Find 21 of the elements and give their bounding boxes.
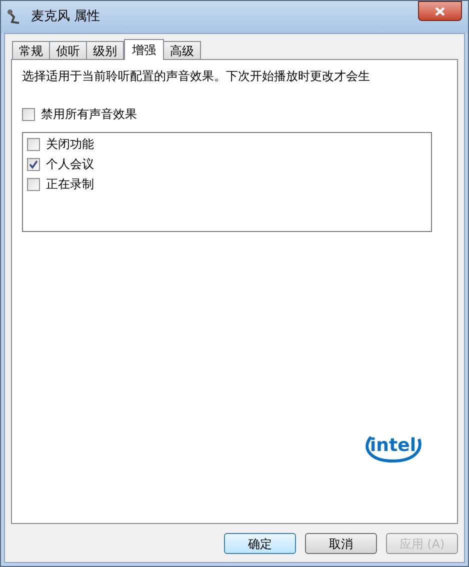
checkbox[interactable] (27, 138, 40, 150)
checkbox[interactable] (22, 108, 35, 120)
dialog-button[interactable]: 取消 (305, 533, 377, 554)
checkbox[interactable] (27, 178, 40, 190)
window-title: 麦克风 属性 (31, 8, 100, 26)
description-text: 选择适用于当前聆听配置的声音效果。下次开始播放时更改才会生 (22, 68, 371, 84)
tab[interactable]: 侦听 (49, 41, 87, 59)
checkbox[interactable] (27, 158, 40, 170)
dialog-button[interactable]: 确定 (224, 533, 296, 554)
list-item-label: 个人会议 (46, 156, 94, 173)
tab[interactable]: 级别 (86, 41, 124, 59)
checkmark-icon (29, 160, 38, 168)
tab[interactable]: 常规 (12, 41, 50, 59)
tab[interactable]: 高级 (163, 41, 201, 59)
close-icon (435, 6, 445, 16)
logo: intel (363, 427, 423, 465)
list-item-label: 正在录制 (46, 176, 94, 193)
checkbox-label: 禁用所有声音效果 (41, 106, 137, 123)
tab[interactable]: 增强 (124, 39, 164, 60)
close-button[interactable] (418, 1, 462, 21)
list-item-label: 关闭功能 (46, 136, 94, 153)
